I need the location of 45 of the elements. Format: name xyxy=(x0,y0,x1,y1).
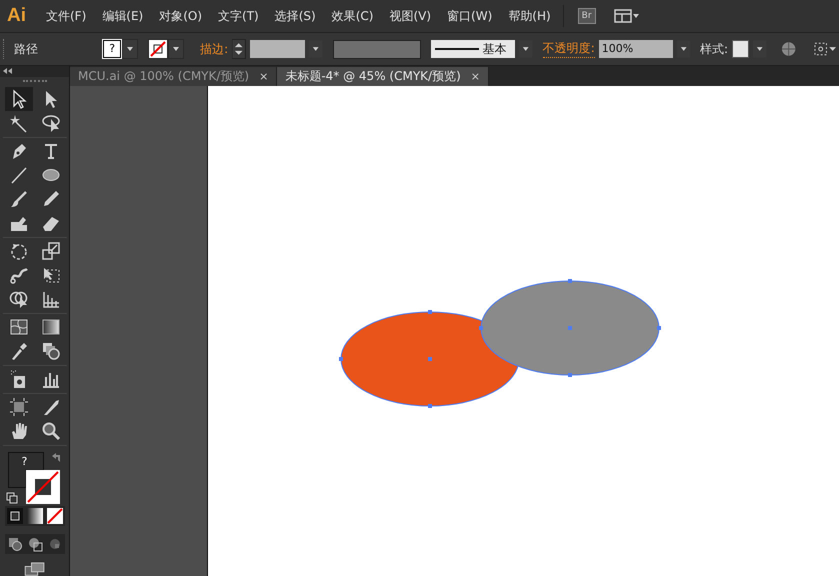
document-tab[interactable]: 未标题-4* @ 45% (CMYK/预览) × xyxy=(277,67,489,86)
stroke-color-box[interactable] xyxy=(26,470,60,504)
stroke-profile-dropdown[interactable]: 基本 xyxy=(430,40,516,58)
stroke-weight-field[interactable] xyxy=(250,40,306,58)
recolor-artwork-icon[interactable] xyxy=(780,41,796,57)
selected-ellipse[interactable] xyxy=(339,310,521,408)
style-label: 样式: xyxy=(700,40,728,58)
stroke-none-swatch[interactable] xyxy=(149,40,168,58)
none-mode-icon[interactable] xyxy=(46,508,62,524)
workspace-layout-icon[interactable] xyxy=(614,9,640,23)
bridge-button[interactable]: Br xyxy=(578,8,596,24)
align-icon[interactable] xyxy=(814,42,839,56)
menu-item[interactable]: 帮助(H) xyxy=(500,8,559,24)
color-mode-icon[interactable] xyxy=(6,508,22,524)
opacity-label[interactable]: 不透明度: xyxy=(542,40,595,58)
default-colors-icon[interactable] xyxy=(6,492,18,504)
selected-ellipse[interactable] xyxy=(479,279,661,377)
opacity-field[interactable]: 100% xyxy=(598,40,673,58)
gradient-mode-icon[interactable] xyxy=(26,508,42,524)
arrow-pointer-icon[interactable] xyxy=(4,87,32,112)
collapse-panel-icon[interactable] xyxy=(3,68,12,74)
screen-mode-icon[interactable] xyxy=(22,562,46,576)
menu-item[interactable]: 文字(T) xyxy=(210,8,267,24)
menu-item[interactable]: 窗口(W) xyxy=(439,8,500,24)
document-tab[interactable]: MCU.ai @ 100% (CMYK/预览) × xyxy=(70,67,278,86)
fill-unknown-label: ? xyxy=(22,455,28,468)
swap-arrows-icon[interactable] xyxy=(50,452,62,464)
close-icon[interactable]: × xyxy=(259,70,268,83)
stepper-icon[interactable] xyxy=(232,39,246,59)
selection-type-label: 路径 xyxy=(14,40,39,58)
variable-width-dropdown[interactable] xyxy=(332,40,421,58)
menu-item[interactable]: 效果(C) xyxy=(324,8,382,24)
fill-color-box[interactable] xyxy=(8,452,44,488)
close-icon[interactable]: × xyxy=(470,70,480,83)
app-logo: Ai xyxy=(6,5,27,27)
menu-item[interactable]: 选择(S) xyxy=(266,8,324,24)
stroke-label[interactable]: 描边: xyxy=(200,40,228,58)
draw-behind-icon[interactable] xyxy=(26,536,42,552)
menu-item[interactable]: 文件(F) xyxy=(38,8,94,24)
menu-item[interactable]: 视图(V) xyxy=(381,8,440,24)
menu-item[interactable]: 编辑(E) xyxy=(94,8,152,24)
style-swatch[interactable] xyxy=(732,40,750,58)
menu-item[interactable]: 对象(O) xyxy=(151,8,210,24)
fill-swatch[interactable]: ? xyxy=(103,40,122,58)
draw-normal-icon[interactable] xyxy=(6,536,22,552)
